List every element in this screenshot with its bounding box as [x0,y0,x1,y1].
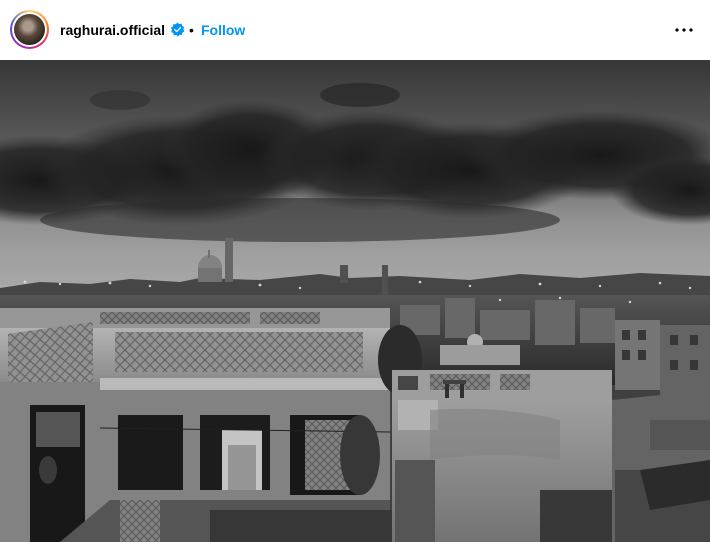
avatar-border [12,12,47,47]
avatar-image [14,14,45,45]
post-header: raghurai.official • Follow [0,0,710,60]
separator-dot: • [189,22,194,38]
more-horizontal-icon[interactable] [672,18,696,42]
username-link[interactable]: raghurai.official [60,21,165,39]
verified-badge-icon [170,22,185,37]
avatar[interactable] [10,10,49,49]
post-photo[interactable] [0,60,710,542]
cityscape-photo [0,60,710,542]
follow-button[interactable]: Follow [201,21,245,39]
